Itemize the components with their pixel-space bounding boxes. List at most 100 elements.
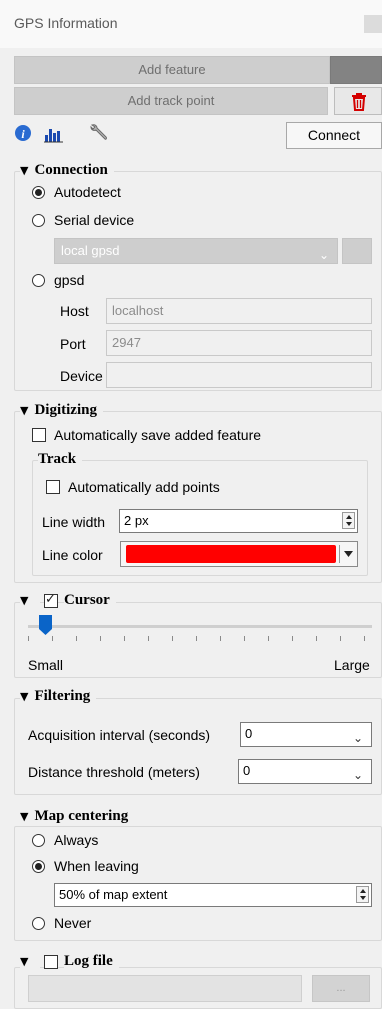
autodetect-label: Autodetect xyxy=(54,184,121,200)
distance-threshold-select[interactable]: 0 ⌄ xyxy=(238,759,372,784)
serial-refresh-button[interactable] xyxy=(342,238,372,264)
host-label: Host xyxy=(60,303,89,319)
line-color-button[interactable] xyxy=(120,541,358,567)
host-field[interactable]: localhost xyxy=(106,298,372,324)
cursor-checkbox[interactable] xyxy=(44,592,58,608)
gpsd-radio[interactable] xyxy=(32,274,45,287)
divider xyxy=(339,545,340,563)
serial-device-select[interactable]: local gpsd ⌄ xyxy=(54,238,338,264)
tick-mark xyxy=(100,636,101,641)
tick-mark xyxy=(268,636,269,641)
wrench-icon[interactable] xyxy=(88,122,110,144)
auto-add-points-checkbox[interactable] xyxy=(46,480,60,494)
map-extent-value: 50% of map extent xyxy=(59,887,168,902)
tick-mark xyxy=(76,636,77,641)
never-label: Never xyxy=(54,915,92,931)
collapse-triangle-icon: ▼ xyxy=(20,810,29,823)
slider-handle-icon xyxy=(39,615,52,635)
collapse-triangle-icon: ▼ xyxy=(20,955,29,968)
log-file-checkbox[interactable] xyxy=(44,955,58,969)
collapse-triangle-icon: ▼ xyxy=(20,690,29,703)
histogram-icon[interactable] xyxy=(44,125,64,143)
serial-device-label: Serial device xyxy=(54,212,135,228)
when-leaving-radio[interactable] xyxy=(32,860,45,873)
tick-mark xyxy=(244,636,245,641)
add-feature-button[interactable]: Add feature xyxy=(14,56,330,84)
host-value: localhost xyxy=(112,303,164,318)
browse-label: ... xyxy=(336,982,346,994)
auto-save-label: Automatically save added feature xyxy=(54,427,262,443)
feature-layer-button[interactable] xyxy=(330,56,382,84)
serial-device-value: local gpsd xyxy=(61,243,120,258)
add-track-point-label: Add track point xyxy=(127,93,215,108)
serial-device-radio[interactable] xyxy=(32,214,45,227)
auto-add-points-label: Automatically add points xyxy=(68,479,220,495)
cursor-header[interactable]: ▼ xyxy=(20,592,41,609)
connection-header[interactable]: ▼ Connection xyxy=(20,162,114,179)
acquisition-interval-select[interactable]: 0 ⌄ xyxy=(240,722,372,747)
map-extent-spinbox[interactable]: 50% of map extent xyxy=(54,883,372,907)
tick-mark xyxy=(340,636,341,641)
tick-mark xyxy=(124,636,125,641)
panel-title: GPS Information xyxy=(0,0,382,48)
tick-mark xyxy=(364,636,365,641)
cursor-slider-track[interactable] xyxy=(28,625,372,628)
distance-threshold-value: 0 xyxy=(243,763,251,778)
log-file-path-field[interactable] xyxy=(28,975,302,1002)
line-width-spinbox[interactable]: 2 px xyxy=(119,509,358,533)
track-title: Track xyxy=(38,451,83,468)
cursor-small-label: Small xyxy=(28,657,64,673)
chevron-down-icon: ⌄ xyxy=(352,768,363,782)
auto-save-checkbox[interactable] xyxy=(32,428,46,442)
delete-track-button[interactable] xyxy=(334,87,382,115)
line-color-label: Line color xyxy=(42,547,103,563)
tick-mark xyxy=(292,636,293,641)
panel-float-button[interactable] xyxy=(364,15,382,33)
cursor-title: Cursor xyxy=(64,592,116,609)
chevron-down-icon: ⌄ xyxy=(318,248,329,262)
device-field[interactable] xyxy=(106,362,372,388)
line-color-swatch xyxy=(126,545,336,563)
when-leaving-label: When leaving xyxy=(54,858,139,874)
always-radio[interactable] xyxy=(32,834,45,847)
tick-mark xyxy=(220,636,221,641)
tick-mark xyxy=(172,636,173,641)
add-feature-label: Add feature xyxy=(138,62,206,77)
collapse-triangle-icon: ▼ xyxy=(20,164,29,177)
line-width-value: 2 px xyxy=(124,513,149,528)
log-file-browse-button[interactable]: ... xyxy=(312,975,370,1002)
port-value: 2947 xyxy=(112,335,141,350)
map-centering-header[interactable]: ▼ Map centering xyxy=(20,808,135,825)
device-label: Device xyxy=(60,368,103,384)
filtering-header[interactable]: ▼ Filtering xyxy=(20,688,97,705)
tick-mark xyxy=(52,636,53,641)
tick-mark xyxy=(316,636,317,641)
info-icon[interactable]: i xyxy=(14,124,32,142)
distance-threshold-label: Distance threshold (meters) xyxy=(28,764,200,780)
port-field[interactable]: 2947 xyxy=(106,330,372,356)
cursor-slider-handle[interactable] xyxy=(39,615,52,635)
log-file-title: Log file xyxy=(64,953,119,970)
tick-mark xyxy=(28,636,29,641)
log-file-header[interactable]: ▼ xyxy=(20,953,41,970)
connect-button[interactable]: Connect xyxy=(286,122,382,149)
never-radio[interactable] xyxy=(32,917,45,930)
acquisition-interval-value: 0 xyxy=(245,726,253,741)
collapse-triangle-icon: ▼ xyxy=(20,594,29,607)
dropdown-arrow-icon xyxy=(344,551,353,557)
map-centering-title: Map centering xyxy=(34,808,129,824)
connection-title: Connection xyxy=(34,162,108,178)
cursor-group xyxy=(14,602,382,678)
line-width-label: Line width xyxy=(42,514,106,530)
autodetect-radio[interactable] xyxy=(32,186,45,199)
connect-label: Connect xyxy=(307,127,361,143)
spin-arrows-icon[interactable] xyxy=(342,512,355,529)
trash-icon xyxy=(352,93,366,111)
spin-arrows-icon[interactable] xyxy=(356,886,369,903)
add-track-point-button[interactable]: Add track point xyxy=(14,87,328,115)
tick-mark xyxy=(148,636,149,641)
always-label: Always xyxy=(54,832,99,848)
digitizing-title: Digitizing xyxy=(34,402,97,418)
digitizing-header[interactable]: ▼ Digitizing xyxy=(20,402,103,419)
acquisition-interval-label: Acquisition interval (seconds) xyxy=(28,727,211,743)
